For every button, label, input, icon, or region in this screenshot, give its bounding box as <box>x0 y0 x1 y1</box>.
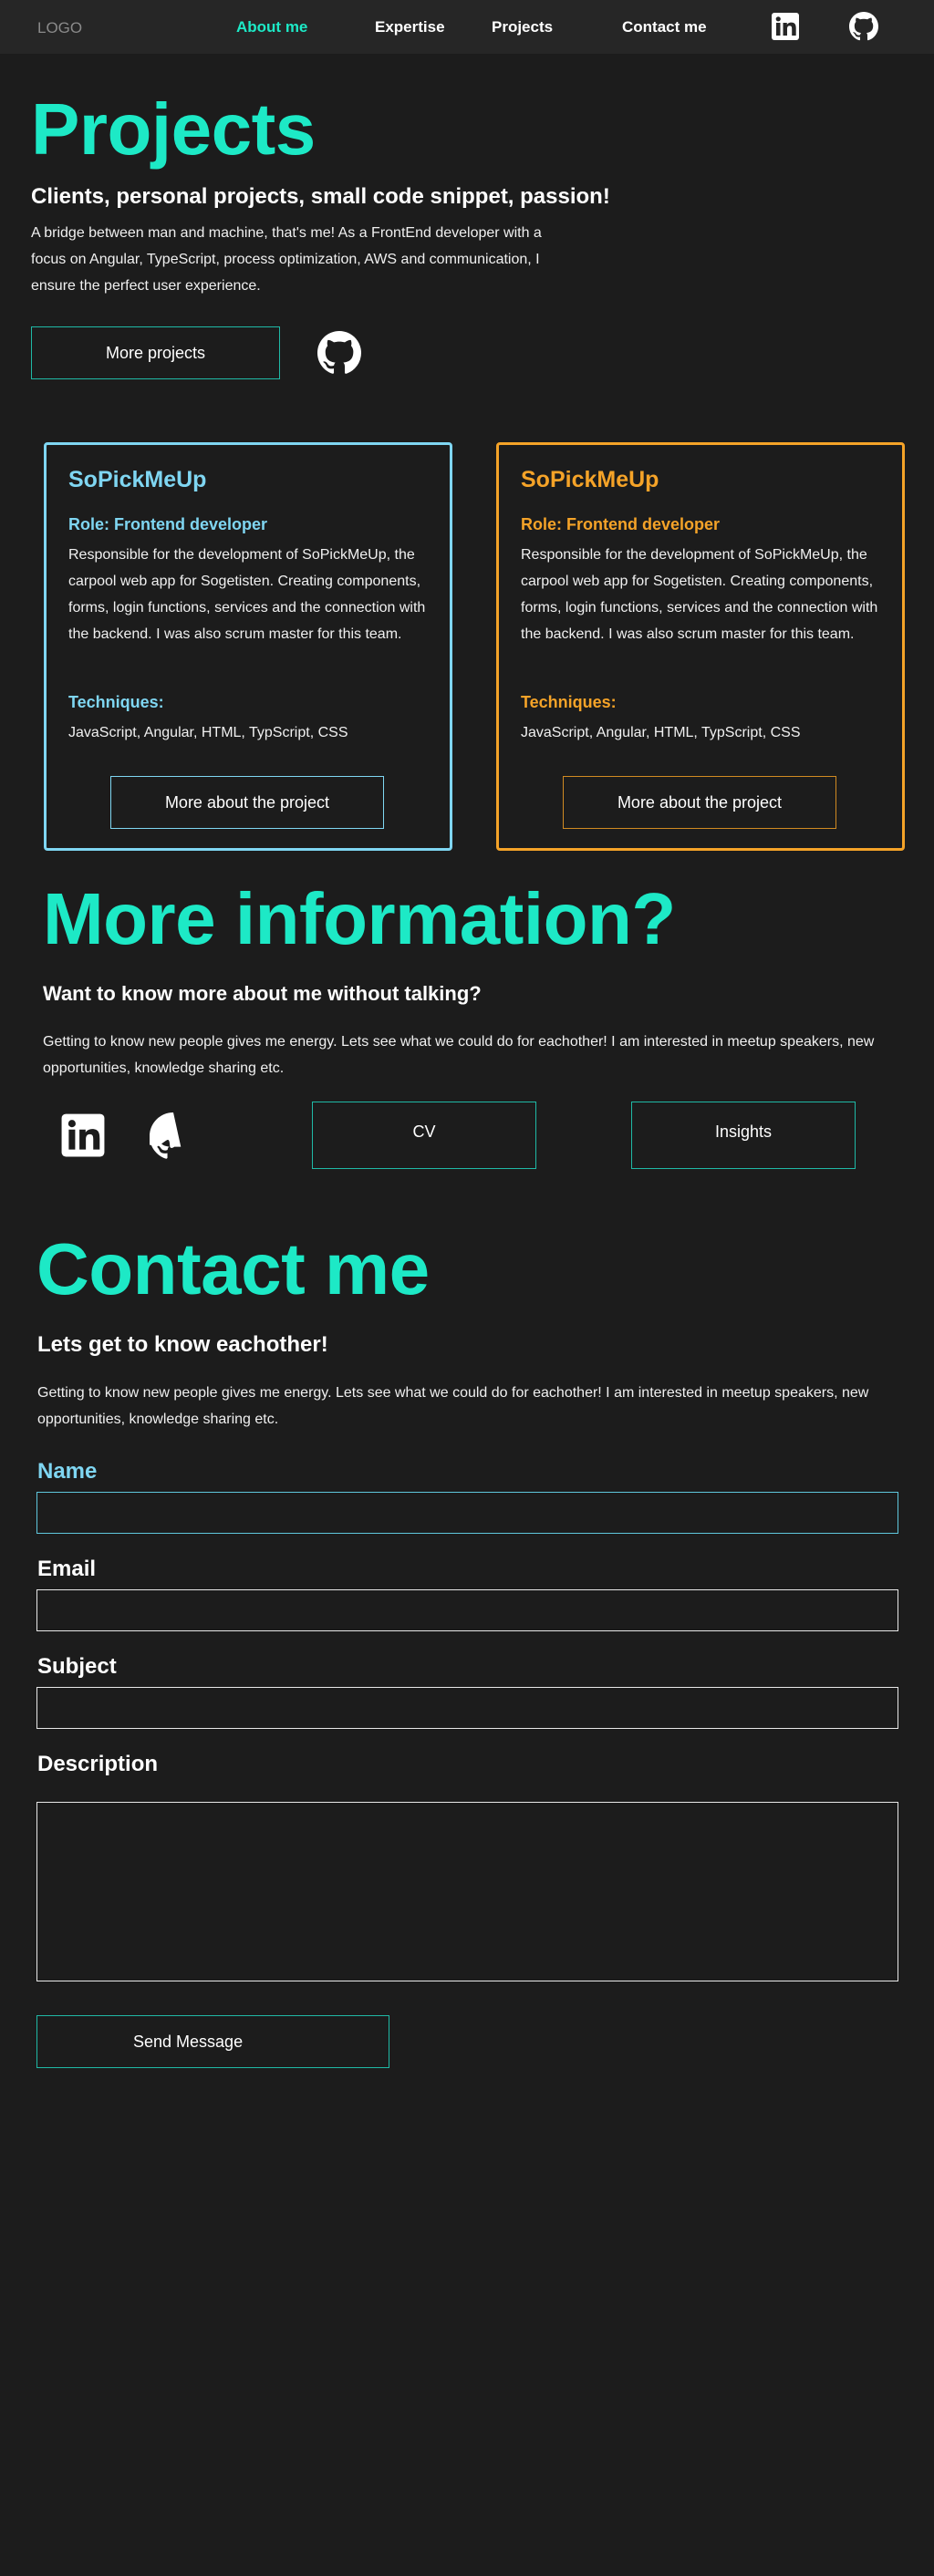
more-projects-button[interactable]: More projects <box>31 326 280 379</box>
nav-link-projects[interactable]: Projects <box>492 18 553 36</box>
project-card-title: SoPickMeUp <box>68 467 207 492</box>
linkedin-icon[interactable] <box>60 1112 106 1158</box>
contact-subtitle: Lets get to know eachother! <box>37 1332 328 1357</box>
github-icon[interactable] <box>150 1112 197 1160</box>
project-card-techniques-label: Techniques: <box>521 693 617 711</box>
email-label: Email <box>37 1557 97 1581</box>
project-card: SoPickMeUp Role: Frontend developer Resp… <box>496 442 905 851</box>
name-label: Name <box>37 1459 98 1484</box>
logo[interactable]: LOGO <box>37 19 82 37</box>
cv-button[interactable]: CV <box>312 1102 536 1169</box>
contact-body: Getting to know new people gives me ener… <box>37 1385 869 1427</box>
projects-subtitle: Clients, personal projects, small code s… <box>31 184 610 209</box>
project-card-title: SoPickMeUp <box>521 467 659 492</box>
description-textarea[interactable] <box>36 1802 898 1981</box>
linkedin-icon[interactable] <box>771 12 800 41</box>
project-card-techniques: JavaScript, Angular, HTML, TypScript, CS… <box>521 725 801 740</box>
more-info-body: Getting to know new people gives me ener… <box>43 1034 875 1076</box>
project-card-role: Role: Frontend developer <box>521 515 721 533</box>
subject-input[interactable] <box>36 1687 898 1729</box>
more-about-project-button[interactable]: More about the project <box>563 776 836 829</box>
nav-link-contact-me[interactable]: Contact me <box>622 18 707 36</box>
github-icon[interactable] <box>317 331 361 375</box>
insights-button[interactable]: Insights <box>631 1102 856 1169</box>
contact-title: Contact me <box>36 1228 430 1309</box>
github-icon[interactable] <box>849 12 878 41</box>
more-info-title: More information? <box>43 878 676 959</box>
more-about-project-button[interactable]: More about the project <box>110 776 384 829</box>
project-card-description: Responsible for the development of SoPic… <box>521 547 878 642</box>
project-card-techniques: JavaScript, Angular, HTML, TypScript, CS… <box>68 725 348 740</box>
project-card-techniques-label: Techniques: <box>68 693 164 711</box>
projects-body: A bridge between man and machine, that's… <box>31 225 542 294</box>
project-card: SoPickMeUp Role: Frontend developer Resp… <box>44 442 452 851</box>
name-input[interactable] <box>36 1492 898 1534</box>
top-nav: LOGO About me Expertise Projects Contact… <box>0 0 934 54</box>
projects-title: Projects <box>31 88 316 170</box>
project-card-role: Role: Frontend developer <box>68 515 268 533</box>
email-input[interactable] <box>36 1589 898 1631</box>
nav-link-expertise[interactable]: Expertise <box>375 18 445 36</box>
subject-label: Subject <box>37 1654 117 1679</box>
more-info-subtitle: Want to know more about me without talki… <box>43 982 482 1005</box>
send-message-button[interactable]: Send Message <box>36 2015 389 2068</box>
nav-link-about-me[interactable]: About me <box>236 18 307 36</box>
description-label: Description <box>37 1752 159 1776</box>
project-card-description: Responsible for the development of SoPic… <box>68 547 426 642</box>
